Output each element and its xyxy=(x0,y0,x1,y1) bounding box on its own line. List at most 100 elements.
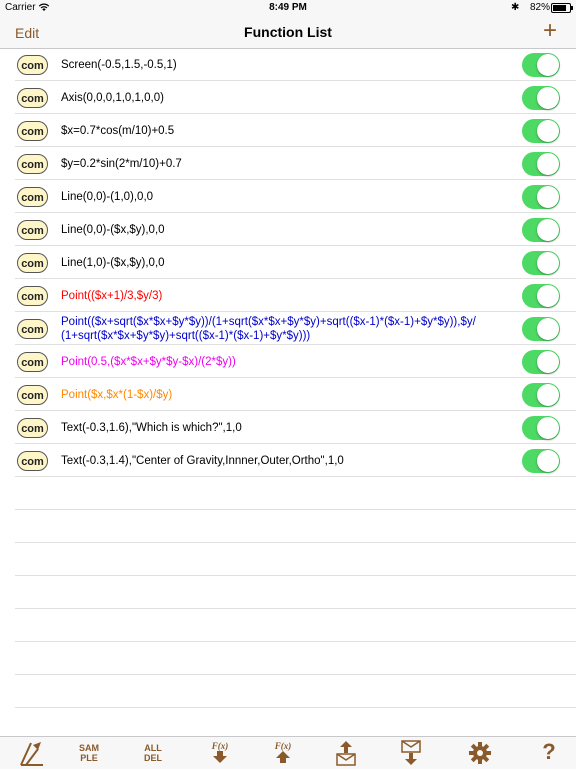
toggle-knob xyxy=(537,416,559,439)
com-badge[interactable]: com xyxy=(17,54,48,75)
function-text: Text(-0.3,1.4),"Center of Gravity,Innner… xyxy=(61,454,344,467)
function-row[interactable]: com Point($x,$x*(1-$x)/$y) xyxy=(0,378,576,411)
mail-export-icon[interactable] xyxy=(328,739,364,767)
help-icon[interactable]: ? xyxy=(531,739,567,767)
toggle-knob xyxy=(537,86,559,109)
function-row[interactable]: com Point(0.5,($x*$x+$y*$y-$x)/(2*$y)) xyxy=(0,345,576,378)
empty-row-separator xyxy=(15,575,576,576)
fx-download-label: F(x) xyxy=(211,741,229,751)
enable-toggle[interactable] xyxy=(522,85,560,110)
com-badge[interactable]: com xyxy=(17,318,48,339)
enable-toggle[interactable] xyxy=(522,184,560,209)
enable-toggle[interactable] xyxy=(522,250,560,275)
com-badge[interactable]: com xyxy=(17,219,48,240)
toggle-knob xyxy=(537,218,559,241)
battery-percent: 82% xyxy=(530,2,551,13)
fx-upload-icon[interactable]: F(x) xyxy=(265,739,301,767)
function-text: Line(1,0)-($x,$y),0,0 xyxy=(61,256,165,269)
function-row[interactable]: com Text(-0.3,1.4),"Center of Gravity,Inn… xyxy=(0,444,576,477)
clock: 8:49 PM xyxy=(269,2,307,13)
function-row[interactable]: com Text(-0.3,1.6),"Which is which?",1,0 xyxy=(0,411,576,444)
fx-download-icon[interactable]: F(x) xyxy=(202,739,238,767)
com-badge[interactable]: com xyxy=(17,351,48,372)
status-bar: Carrier 8:49 PM ✱ 82% xyxy=(0,0,576,16)
mail-import-icon[interactable] xyxy=(393,739,429,767)
add-icon[interactable]: + xyxy=(543,19,557,43)
function-text: Text(-0.3,1.6),"Which is which?",1,0 xyxy=(61,421,242,434)
toggle-knob xyxy=(537,350,559,373)
enable-toggle[interactable] xyxy=(522,118,560,143)
bluetooth-icon: ✱ xyxy=(511,2,520,13)
function-text: $y=0.2*sin(2*m/10)+0.7 xyxy=(61,157,182,170)
enable-toggle[interactable] xyxy=(522,316,560,341)
sample-label-top: SAM xyxy=(79,743,99,753)
empty-row-separator xyxy=(15,608,576,609)
function-text: Point(($x+sqrt($x*$x+$y*$y))/(1+sqrt($x*… xyxy=(61,315,476,343)
help-label: ? xyxy=(542,739,556,764)
function-row[interactable]: com Point(($x+1)/3,$y/3) xyxy=(0,279,576,312)
empty-row-separator xyxy=(15,707,576,708)
function-row[interactable]: com Line(0,0)-(1,0),0,0 xyxy=(0,180,576,213)
alldel-label-bottom: DEL xyxy=(144,753,162,763)
enable-toggle[interactable] xyxy=(522,382,560,407)
function-text: Screen(-0.5,1.5,-0.5,1) xyxy=(61,58,177,71)
com-badge[interactable]: com xyxy=(17,417,48,438)
navigation-bar: Edit Function List + xyxy=(0,16,576,49)
enable-toggle[interactable] xyxy=(522,349,560,374)
function-text: Axis(0,0,0,1,0,1,0,0) xyxy=(61,91,164,104)
battery-icon xyxy=(551,3,573,13)
toggle-knob xyxy=(537,251,559,274)
function-text: Line(0,0)-($x,$y),0,0 xyxy=(61,223,165,236)
alldel-label-top: ALL xyxy=(144,743,162,753)
com-badge[interactable]: com xyxy=(17,450,48,471)
settings-gear-icon[interactable] xyxy=(462,739,498,767)
toggle-knob xyxy=(537,284,559,307)
function-text: Point($x,$x*(1-$x)/$y) xyxy=(61,388,173,401)
graph-icon[interactable] xyxy=(14,739,50,767)
empty-row-separator xyxy=(15,509,576,510)
toggle-knob xyxy=(537,449,559,472)
function-row[interactable]: com Line(0,0)-($x,$y),0,0 xyxy=(0,213,576,246)
enable-toggle[interactable] xyxy=(522,283,560,308)
com-badge[interactable]: com xyxy=(17,87,48,108)
empty-row-separator xyxy=(15,641,576,642)
function-row[interactable]: com Axis(0,0,0,1,0,1,0,0) xyxy=(0,81,576,114)
function-row[interactable]: com Screen(-0.5,1.5,-0.5,1) xyxy=(0,48,576,81)
com-badge[interactable]: com xyxy=(17,252,48,273)
function-text-line2: (1+sqrt($x*$x+$y*$y)+sqrt(($x-1)*($x-1)+… xyxy=(61,330,311,342)
toggle-knob xyxy=(537,317,559,340)
row-separator xyxy=(15,476,576,477)
function-text: $x=0.7*cos(m/10)+0.5 xyxy=(61,124,175,137)
toggle-knob xyxy=(537,152,559,175)
com-badge[interactable]: com xyxy=(17,120,48,141)
enable-toggle[interactable] xyxy=(522,217,560,242)
empty-row-separator xyxy=(15,542,576,543)
function-row[interactable]: com $y=0.2*sin(2*m/10)+0.7 xyxy=(0,147,576,180)
function-text-line1: Point(($x+sqrt($x*$x+$y*$y))/(1+sqrt($x*… xyxy=(61,316,476,328)
enable-toggle[interactable] xyxy=(522,415,560,440)
empty-row-separator xyxy=(15,674,576,675)
com-badge[interactable]: com xyxy=(17,285,48,306)
enable-toggle[interactable] xyxy=(522,448,560,473)
enable-toggle[interactable] xyxy=(522,151,560,176)
function-row[interactable]: com Point(($x+sqrt($x*$x+$y*$y))/(1+sqrt(… xyxy=(0,312,576,345)
page-title: Function List xyxy=(244,24,332,40)
sample-label-bottom: PLE xyxy=(80,753,98,763)
toggle-knob xyxy=(537,185,559,208)
toggle-knob xyxy=(537,383,559,406)
function-row[interactable]: com $x=0.7*cos(m/10)+0.5 xyxy=(0,114,576,147)
com-badge[interactable]: com xyxy=(17,186,48,207)
toggle-knob xyxy=(537,119,559,142)
com-badge[interactable]: com xyxy=(17,153,48,174)
toggle-knob xyxy=(537,53,559,76)
function-text: Point(($x+1)/3,$y/3) xyxy=(61,289,163,302)
fx-upload-label: F(x) xyxy=(274,741,292,751)
all-delete-button[interactable]: ALL DEL xyxy=(135,739,171,767)
toolbar: SAM PLE ALL DEL F(x) F(x) ? xyxy=(0,736,576,769)
enable-toggle[interactable] xyxy=(522,52,560,77)
function-row[interactable]: com Line(1,0)-($x,$y),0,0 xyxy=(0,246,576,279)
com-badge[interactable]: com xyxy=(17,384,48,405)
function-text: Line(0,0)-(1,0),0,0 xyxy=(61,190,154,203)
sample-button[interactable]: SAM PLE xyxy=(71,739,107,767)
function-text: Point(0.5,($x*$x+$y*$y-$x)/(2*$y)) xyxy=(61,355,236,368)
